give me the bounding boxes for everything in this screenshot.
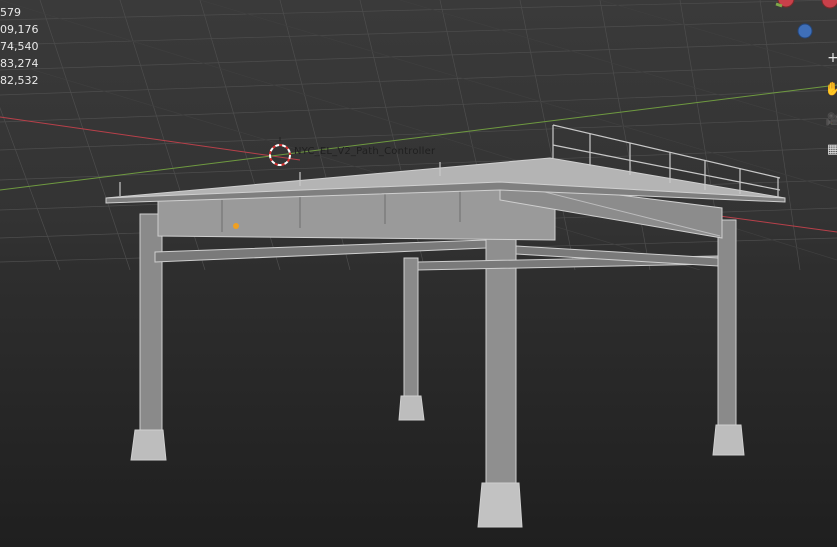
3d-cursor[interactable] bbox=[269, 137, 291, 166]
stat-line: 74,540 bbox=[0, 40, 39, 53]
grid-view-icon[interactable]: ▦ bbox=[822, 138, 837, 160]
scene-canvas[interactable] bbox=[0, 0, 837, 547]
footing-back bbox=[398, 395, 425, 421]
3d-viewport[interactable]: 579 09,176 74,540 83,274 82,532 NYC_EL_V… bbox=[0, 0, 837, 547]
column-right bbox=[717, 219, 737, 429]
stat-line: 83,274 bbox=[0, 57, 39, 70]
column-back bbox=[403, 257, 419, 399]
navigation-gizmo[interactable] bbox=[770, 0, 837, 40]
footing-front bbox=[477, 482, 523, 528]
origin-point bbox=[233, 223, 239, 229]
footing-right bbox=[712, 424, 745, 456]
active-object-label: NYC_EL_V2_Path_Controller bbox=[294, 146, 436, 157]
x-axis-line bbox=[0, 116, 301, 161]
footing-left bbox=[130, 429, 167, 461]
gizmo-x-neg-handle bbox=[821, 0, 837, 9]
stat-line: 82,532 bbox=[0, 74, 39, 87]
stat-line: 579 bbox=[0, 6, 21, 19]
camera-icon[interactable]: 🎥 bbox=[822, 108, 837, 130]
zoom-icon[interactable]: + bbox=[822, 47, 837, 69]
scene-statistics: 579 09,176 74,540 83,274 82,532 bbox=[0, 4, 39, 89]
stat-line: 09,176 bbox=[0, 23, 39, 36]
column-left bbox=[139, 213, 163, 433]
gizmo-z-handle bbox=[797, 23, 813, 39]
pan-hand-icon[interactable]: ✋ bbox=[822, 78, 837, 100]
tie-beam-left bbox=[154, 239, 487, 263]
